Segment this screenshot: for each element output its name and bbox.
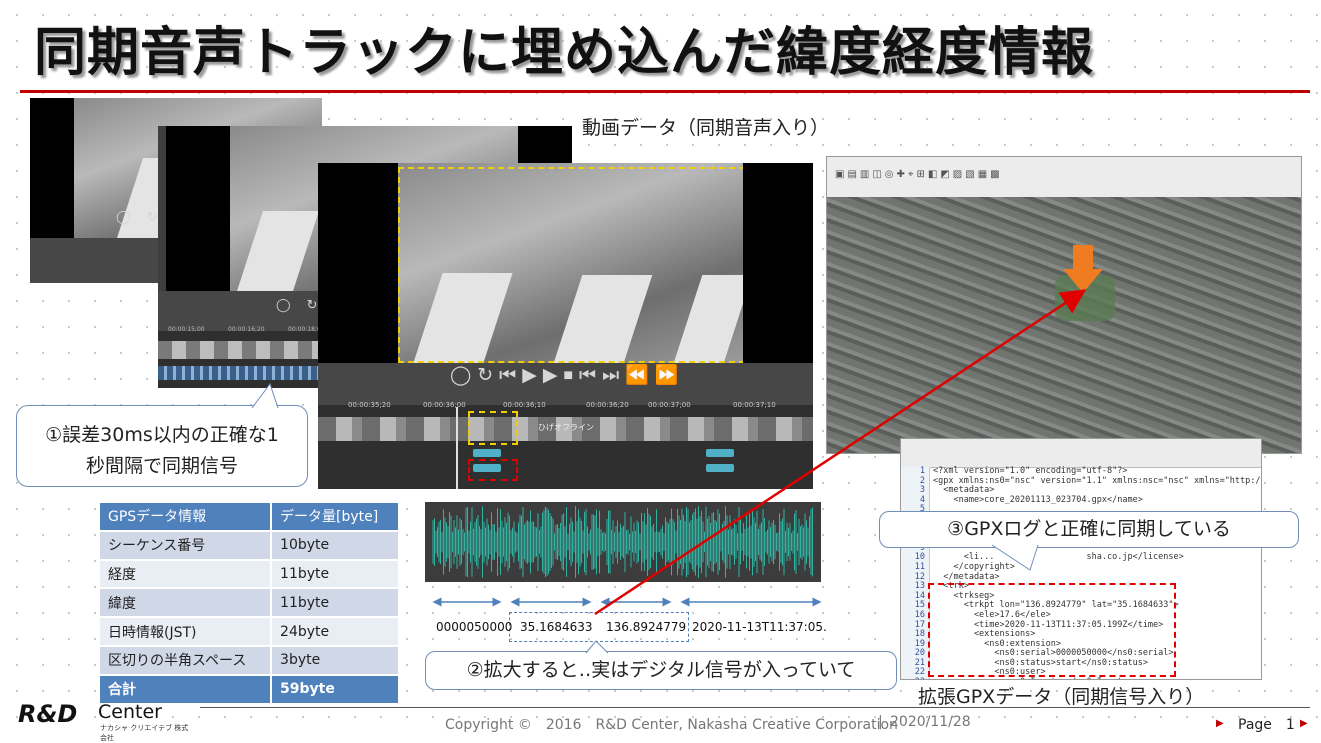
footer-copyright: Copyright © 2016 R&D Center, Nakasha Cre… [445,717,898,733]
logo-center: Center [98,701,162,723]
page-prev-icon[interactable]: ▶ [1216,718,1224,729]
footer-date: 2020/11/28 [890,714,971,730]
page-number: Page 1 [1238,717,1295,733]
logo-subtitle: ナカシャ クリエイテブ 株式会社 [100,724,189,742]
footer-rule [200,707,1310,708]
footer-separator: | [878,714,883,730]
company-logo: R&D Center ナカシャ クリエイテブ 株式会社 [18,700,193,742]
page-next-icon[interactable]: ▶ [1300,718,1308,729]
logo-rd: R&D [18,700,78,728]
connector-arrow [594,289,1087,616]
